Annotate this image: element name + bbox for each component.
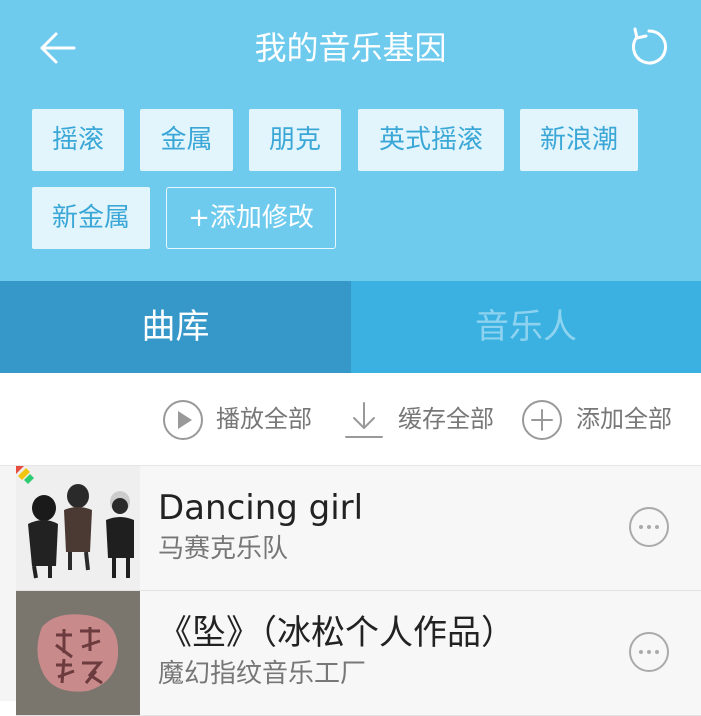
play-all-button[interactable]: 播放全部 (160, 373, 320, 465)
cache-all-label: 缓存全部 (398, 405, 494, 433)
plus-circle-icon (522, 400, 562, 440)
action-bar: 播放全部 缓存全部 添加全部 (0, 373, 701, 466)
more-options-button[interactable] (628, 506, 670, 548)
tab-bar: 曲库 音乐人 (0, 281, 701, 373)
header: 我的音乐基因 摇滚 金属 朋克 英式摇滚 新浪潮 新金属 +添加修改 (0, 0, 701, 281)
song-row[interactable]: 《坠》（冰松个人作品） 魔幻指纹音乐工厂 (16, 591, 701, 716)
song-row[interactable]: Dancing girl 马赛克乐队 (16, 466, 701, 591)
play-circle-icon (163, 400, 203, 440)
album-cover (16, 591, 140, 715)
tag-metal[interactable]: 金属 (140, 109, 233, 171)
more-options-button[interactable] (628, 631, 670, 673)
page-title: 我的音乐基因 (254, 29, 447, 67)
tab-library[interactable]: 曲库 (0, 281, 351, 373)
tag-punk[interactable]: 朋克 (249, 109, 341, 171)
more-icon (629, 632, 669, 672)
album-cover (16, 466, 140, 590)
tag-new-wave[interactable]: 新浪潮 (520, 109, 638, 171)
tag-rock[interactable]: 摇滚 (32, 109, 124, 171)
tag-nu-metal[interactable]: 新金属 (32, 187, 150, 249)
add-all-button[interactable]: 添加全部 (519, 373, 679, 465)
song-title: 《坠》（冰松个人作品） (158, 613, 515, 653)
cache-all-button[interactable]: 缓存全部 (340, 373, 500, 465)
add-edit-tags-button[interactable]: +添加修改 (166, 187, 336, 249)
song-title: Dancing girl (158, 488, 364, 528)
song-artist: 马赛克乐队 (158, 534, 289, 564)
more-icon (629, 507, 669, 547)
tab-artists[interactable]: 音乐人 (351, 281, 701, 373)
refresh-icon (632, 27, 667, 65)
add-all-label: 添加全部 (576, 405, 672, 433)
song-artist: 魔幻指纹音乐工厂 (158, 659, 367, 689)
song-list: Dancing girl 马赛克乐队 《坠》（冰松个人作品） 魔幻指纹音乐工厂 (0, 466, 701, 716)
play-all-label: 播放全部 (216, 405, 312, 433)
download-icon (345, 402, 383, 438)
refresh-button[interactable] (626, 24, 672, 70)
tag-britpop[interactable]: 英式摇滚 (358, 109, 504, 171)
